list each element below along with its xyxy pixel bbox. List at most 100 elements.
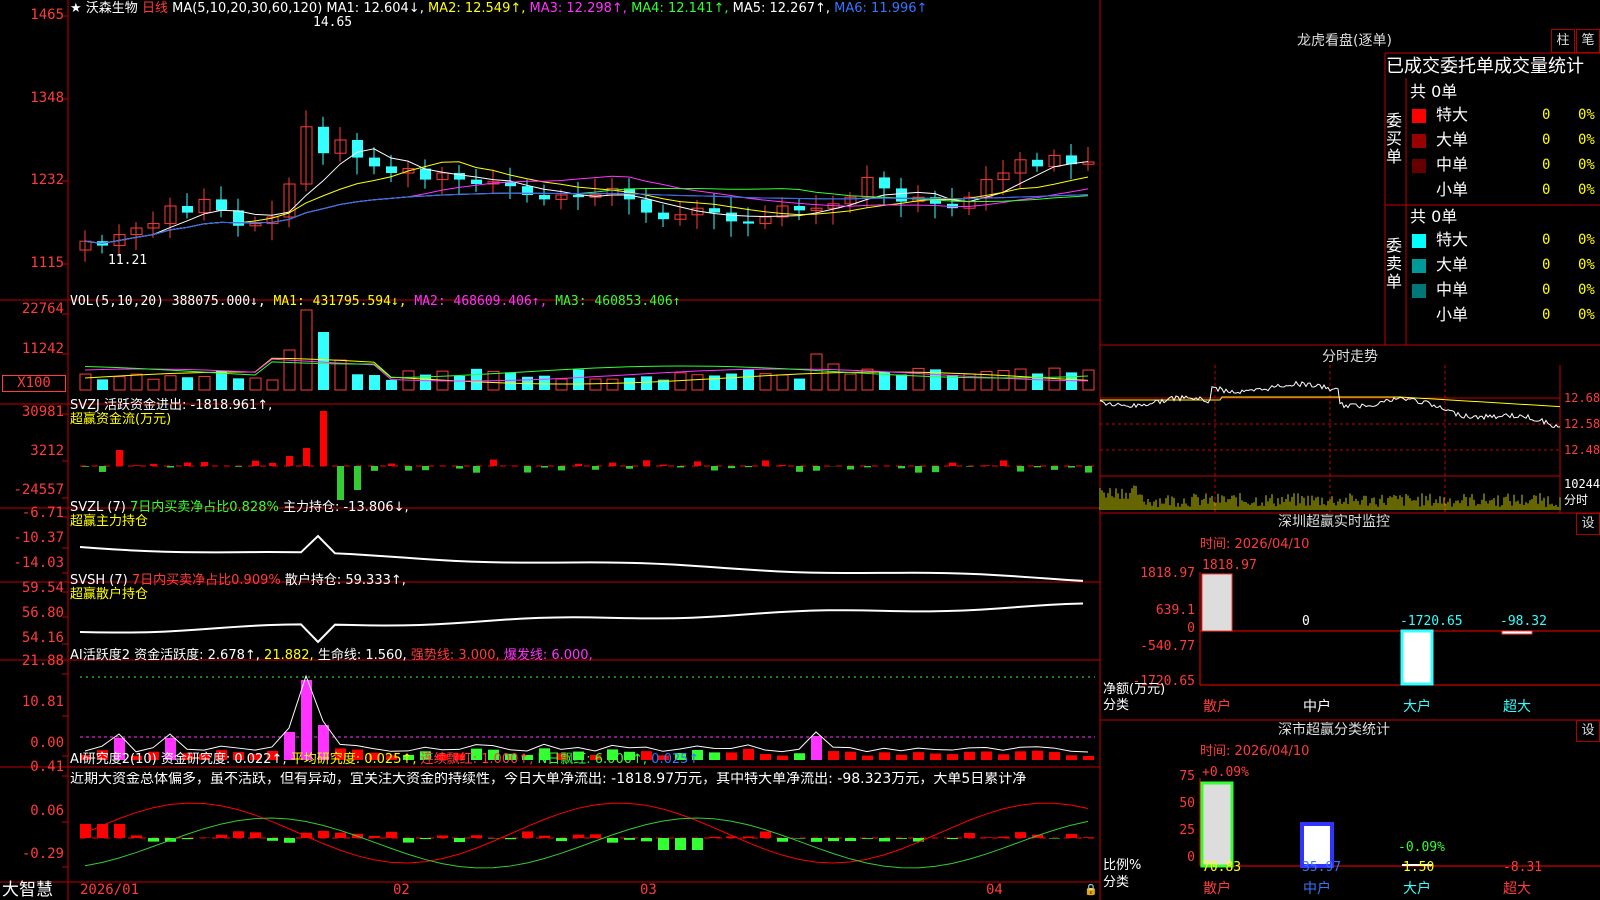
ai-research-bar [896, 838, 907, 839]
ai-active-bar [726, 752, 737, 760]
intraday-vol-label: 10244 [1564, 477, 1600, 491]
ai-active-axis-tick: 21.88 [21, 653, 64, 669]
volume-bar [164, 375, 177, 391]
candle-down [369, 157, 380, 167]
ai-active-bar [828, 751, 839, 760]
candle-down [726, 212, 737, 222]
volume-bar [454, 375, 465, 390]
sz-class-bar-value: 1.50 [1403, 860, 1435, 875]
svzl-title: 超赢主力持仓 [70, 514, 149, 529]
vol-unit-badge[interactable]: X100 [2, 375, 66, 392]
buy-side-label: 委买单 [1386, 111, 1403, 166]
volume-bar [827, 363, 840, 391]
volume-bar [810, 353, 823, 391]
sz-class-axis-tick: 75 [1179, 769, 1195, 784]
bar-mode-button[interactable]: 柱 [1551, 29, 1575, 53]
sz-class-bar-value: 70.83 [1202, 860, 1242, 875]
buy-row-pct: 0% [1578, 157, 1595, 173]
volume-bar [113, 376, 126, 391]
svzj-title: 超赢资金流(万元) [70, 412, 172, 427]
volume-bar [573, 369, 584, 390]
sz-monitor-axis-tick: 1818.97 [1140, 566, 1195, 581]
svzj-bar [473, 466, 480, 473]
sell-0-color-swatch [1412, 234, 1426, 248]
candle-down [471, 179, 482, 184]
sell-row-name: 小单 [1436, 305, 1469, 324]
volume-bar [674, 372, 687, 391]
sz-monitor-axis-tick: 639.1 [1155, 603, 1195, 618]
ai-active-v2: 21.882, [264, 648, 314, 663]
sz-class-bar-value: -8.31 [1503, 860, 1543, 875]
ai-active-bar [947, 754, 958, 760]
buy-row-count: 0 [1542, 107, 1551, 123]
svsh-value: 散户持仓: 59.333↑, [284, 573, 406, 588]
ai-research-bar [284, 838, 295, 843]
volume-bar [334, 359, 347, 391]
ai-research-bar [403, 838, 414, 843]
ai-research-bar [709, 836, 720, 838]
svzl-axis-tick: -6.71 [21, 505, 64, 521]
svzj-bar [626, 466, 633, 469]
intraday-vol-unit: 分时 [1564, 493, 1589, 507]
tick-mode-button[interactable]: 笔 [1576, 29, 1600, 53]
buy-row-count: 0 [1542, 157, 1551, 173]
favorite-star-icon[interactable]: ★ [70, 1, 82, 16]
svzl-value: 主力持仓: -13.806↓, [282, 500, 409, 515]
lock-icon[interactable]: 🔒 [1084, 882, 1098, 897]
svzl-axis-tick: -14.03 [13, 555, 64, 571]
vol-axis-tick: 11242 [21, 341, 64, 357]
ma1-value: MA1: 12.604↓, [326, 1, 424, 16]
sz-bar-value: 0 [1302, 614, 1310, 629]
ai-research-cont: 连续飘红: 1.000↑, [420, 752, 534, 767]
intraday-axis-tick: 12.68 [1564, 391, 1600, 405]
svzj-bar [898, 466, 905, 469]
ai-research-bar [318, 830, 329, 838]
ai-research-bar [828, 838, 839, 842]
ai-research-bar [1066, 833, 1077, 838]
ai-research-bar [148, 838, 159, 842]
sell-row-count: 0 [1542, 257, 1551, 273]
ai-active-bar [1032, 750, 1043, 760]
svzj-bar [235, 466, 242, 467]
low-price-mark: 11.21 [108, 253, 148, 268]
ai-research-green-line [84, 817, 1089, 869]
svzj-bar [320, 411, 327, 466]
svzj-bar [575, 463, 582, 466]
brand-logo[interactable]: 大智慧 [2, 881, 53, 900]
ai-research-last: 0.025↑ [651, 752, 700, 767]
volume-bar [386, 379, 397, 390]
ai-research-bar [658, 838, 669, 850]
volume-bar [709, 375, 720, 390]
sz-monitor-settings-button[interactable]: 设 [1576, 513, 1600, 535]
svzj-bar [932, 466, 939, 473]
volume-bar [726, 373, 737, 390]
sz-class-top-label: -0.09% [1398, 840, 1445, 855]
sz-category: 散户 [1203, 699, 1231, 715]
svzj-bar [1085, 466, 1092, 473]
ai-research-bar [879, 838, 890, 842]
volume-bar [776, 374, 789, 391]
ai-active-bar [930, 753, 941, 760]
svzj-bar [337, 466, 344, 500]
candle-down [318, 126, 329, 154]
ai-research-bar [1015, 832, 1026, 838]
ai-active-bar [862, 755, 873, 760]
volume-bar [369, 375, 380, 390]
svzj-bar [847, 466, 854, 470]
ma6-value: MA6: 11.996↑ [834, 1, 928, 16]
sz-class-axis-tick: 25 [1179, 823, 1195, 838]
sz-class-settings-button[interactable]: 设 [1576, 720, 1600, 742]
price-axis-tick: 1232 [30, 172, 64, 188]
sz-class-category: 超大 [1503, 881, 1531, 897]
ai-research-bar [624, 838, 635, 840]
dragon-title: 龙虎看盘(逐单) [1297, 33, 1392, 49]
svsh-axis-tick: 54.16 [21, 630, 64, 646]
buy-row-pct: 0% [1578, 182, 1595, 198]
ai-research-bar [947, 838, 958, 840]
volume-bar [249, 377, 262, 391]
vol-header: VOL(5,10,20) 388075.000↓, MA1: 431795.59… [70, 294, 681, 309]
volume-bar [283, 349, 296, 391]
vol-ma3: MA3: 460853.406↑ [555, 294, 681, 309]
svzj-bar [1068, 466, 1075, 468]
period-label[interactable]: 日线 [142, 1, 168, 16]
